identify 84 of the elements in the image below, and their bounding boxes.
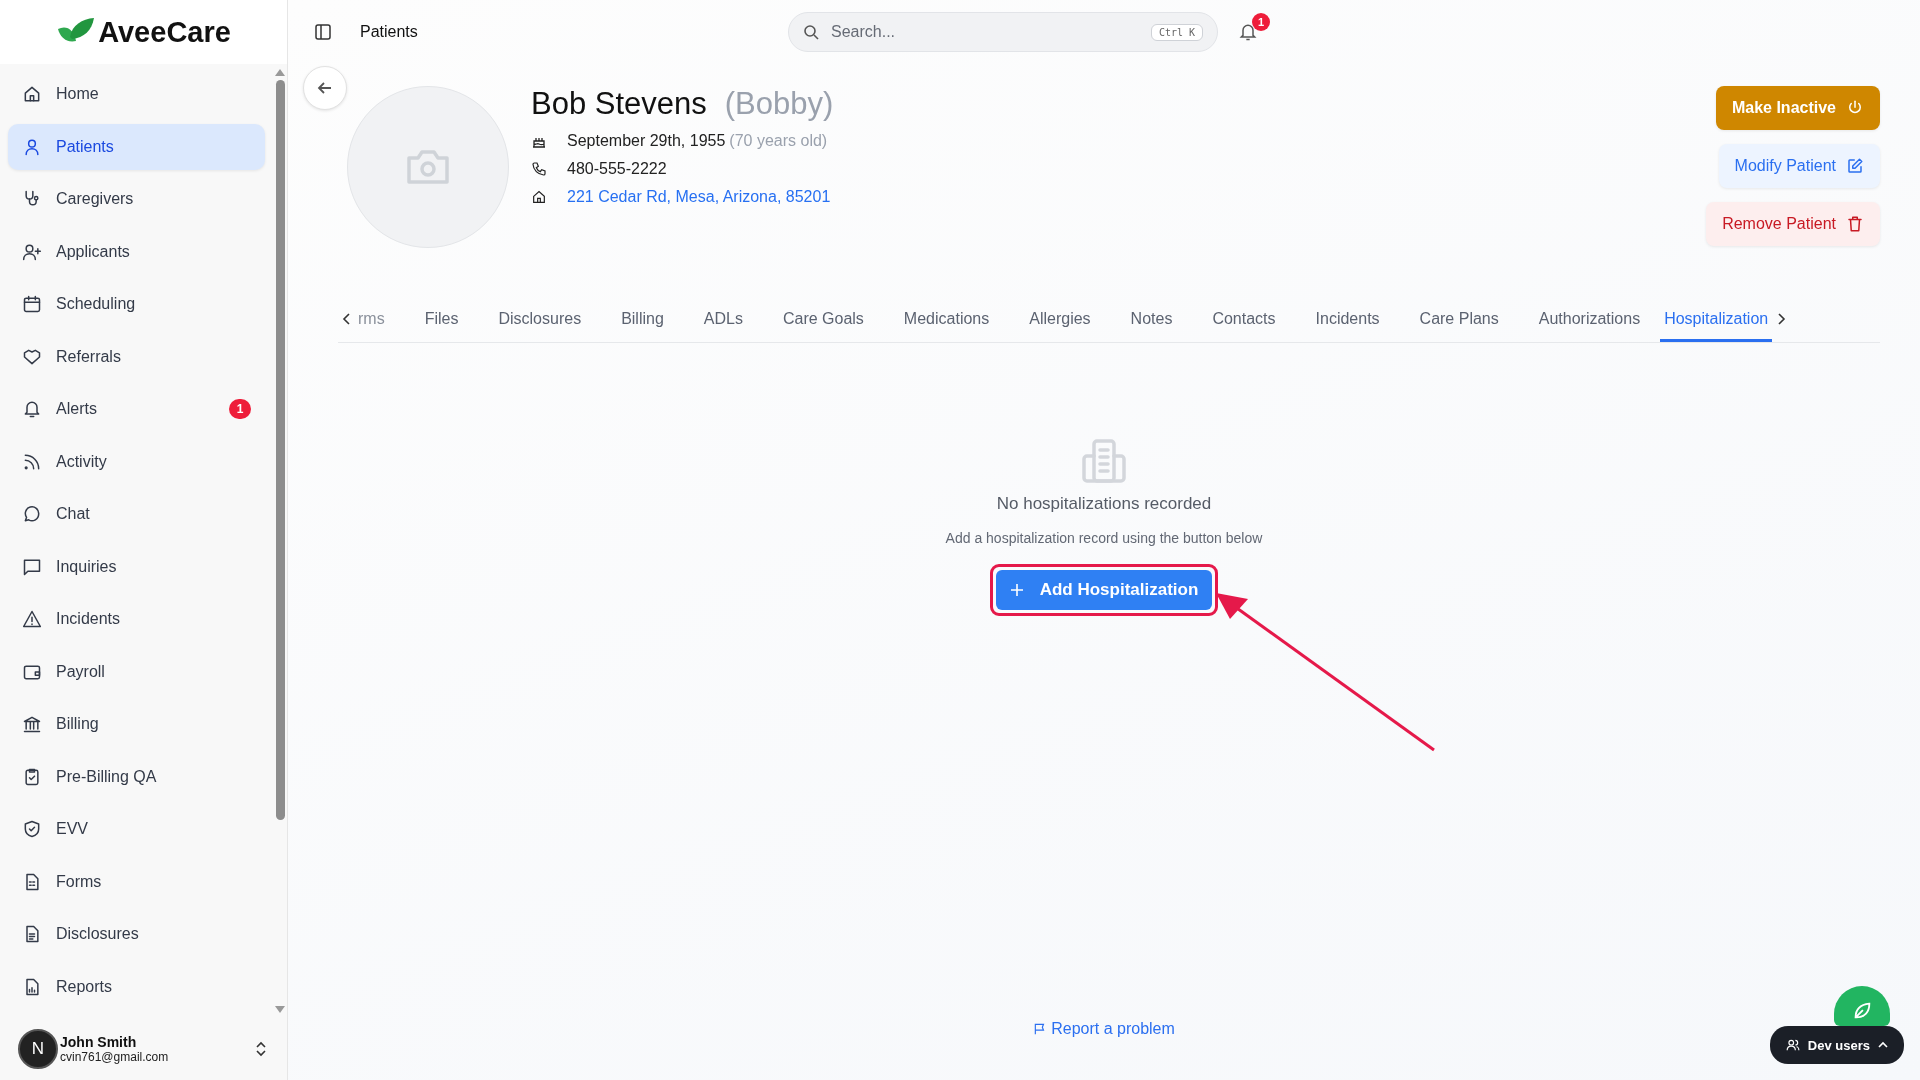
sidebar-item[interactable]: Payroll [8, 648, 265, 695]
users-icon [1785, 1038, 1800, 1052]
scroll-up-icon[interactable] [275, 68, 285, 76]
nav-icon [22, 714, 42, 734]
nav-icon [22, 504, 42, 524]
dev-users-button[interactable]: Dev users [1769, 1026, 1904, 1064]
nav-icon [22, 294, 42, 314]
tab[interactable]: rms [356, 296, 405, 342]
home-icon [531, 189, 547, 205]
sidebar-item[interactable]: Patients [8, 123, 265, 170]
leaf-chat-button[interactable] [1834, 986, 1890, 1026]
remove-patient-button[interactable]: Remove Patient [1706, 202, 1880, 246]
caret-up-icon [1878, 1041, 1888, 1049]
sidebar-item[interactable]: Pre-Billing QA [8, 753, 265, 800]
sidebar-item[interactable]: Referrals [8, 333, 265, 380]
edit-icon [1846, 157, 1864, 175]
tab[interactable]: Care Plans [1399, 296, 1519, 342]
address-link[interactable]: 221 Cedar Rd, Mesa, Arizona, 85201 [567, 188, 831, 206]
chevron-updown-icon [255, 1041, 267, 1057]
chevron-right-icon[interactable] [1776, 312, 1787, 326]
sidebar-item[interactable]: Forms [8, 858, 265, 905]
user-menu[interactable]: N John Smith cvin761@gmail.com [0, 1018, 287, 1080]
user-email: cvin761@gmail.com [60, 1050, 170, 1064]
user-name: John Smith [60, 1034, 138, 1050]
sidebar-item[interactable]: Caregivers [8, 176, 265, 222]
scrollbar-thumb[interactable] [275, 80, 285, 820]
nav-icon [22, 609, 42, 629]
sidebar-toggle-icon[interactable] [314, 23, 332, 41]
empty-state-title: No hospitalizations recorded [996, 494, 1212, 514]
modify-patient-button[interactable]: Modify Patient [1718, 144, 1880, 188]
tab[interactable]: Contacts [1192, 296, 1296, 342]
search-icon [803, 24, 819, 40]
tab[interactable]: Medications [883, 296, 1010, 342]
chevron-left-icon[interactable] [342, 312, 352, 326]
tab[interactable]: Notes [1110, 296, 1193, 342]
add-hospitalization-button[interactable]: Add Hospitalization [995, 570, 1213, 610]
sidebar-item[interactable]: EVV [8, 806, 265, 852]
trash-icon [1846, 215, 1864, 233]
sidebar-item[interactable]: Scheduling [8, 281, 265, 327]
sidebar-item[interactable]: Applicants [8, 228, 265, 275]
nav-icon [22, 84, 42, 104]
tab[interactable]: Incidents [1295, 296, 1400, 342]
tab[interactable]: Hospitalization [1660, 296, 1773, 342]
shortcut-hint: Ctrl K [1150, 23, 1203, 41]
patient-age: (70 years old) [729, 132, 828, 150]
sidebar-item[interactable]: Chat [8, 491, 265, 537]
tab[interactable]: Allergies [1009, 296, 1111, 342]
phone-number: 480-555-2222 [567, 160, 667, 178]
tab[interactable]: ADLs [683, 296, 763, 342]
page-title: Patients [360, 23, 419, 41]
report-problem-link[interactable]: Report a problem [1033, 1020, 1175, 1038]
patient-name: Bob Stevens [531, 86, 707, 122]
scroll-down-icon[interactable] [275, 1006, 285, 1014]
notification-badge: 1 [1252, 13, 1270, 31]
tab[interactable]: Authorizations [1518, 296, 1661, 342]
sidebar-item[interactable]: Activity [8, 438, 265, 485]
sidebar-item[interactable]: Reports [8, 963, 265, 1010]
phone-icon [531, 161, 547, 177]
nav-icon [22, 819, 42, 839]
tab[interactable]: Disclosures [478, 296, 602, 342]
camera-icon [405, 148, 451, 186]
user-avatar: N [18, 1029, 58, 1069]
tab[interactable]: Care Goals [762, 296, 884, 342]
sidebar-item[interactable]: Alerts 1 [8, 386, 265, 432]
search-bar[interactable]: Search... Ctrl K [788, 12, 1218, 52]
empty-state-subtitle: Add a hospitalization record using the button below [945, 530, 1263, 546]
back-button[interactable] [303, 66, 347, 110]
sidebar-item[interactable]: Disclosures [8, 911, 265, 957]
hospital-building-icon [1081, 438, 1127, 484]
bell-icon[interactable] [1238, 22, 1258, 42]
sidebar-item[interactable]: Home [8, 71, 265, 117]
search-field[interactable]: Search... [829, 22, 1141, 42]
patient-nickname: (Bobby) [724, 86, 834, 122]
logo-text: AveeCare [98, 15, 231, 49]
birth-date: September 29th, 1955 [567, 132, 726, 150]
plus-icon [1009, 583, 1024, 597]
nav-icon [22, 766, 42, 787]
sidebar-item[interactable]: Inquiries [8, 543, 265, 590]
notification-badge: 1 [229, 399, 251, 419]
sidebar-item[interactable]: Billing [8, 701, 265, 747]
nav-icon [22, 399, 42, 419]
tab[interactable]: Files [404, 296, 479, 342]
sidebar-item[interactable]: Incidents [8, 596, 265, 642]
tab[interactable]: Billing [601, 296, 684, 342]
